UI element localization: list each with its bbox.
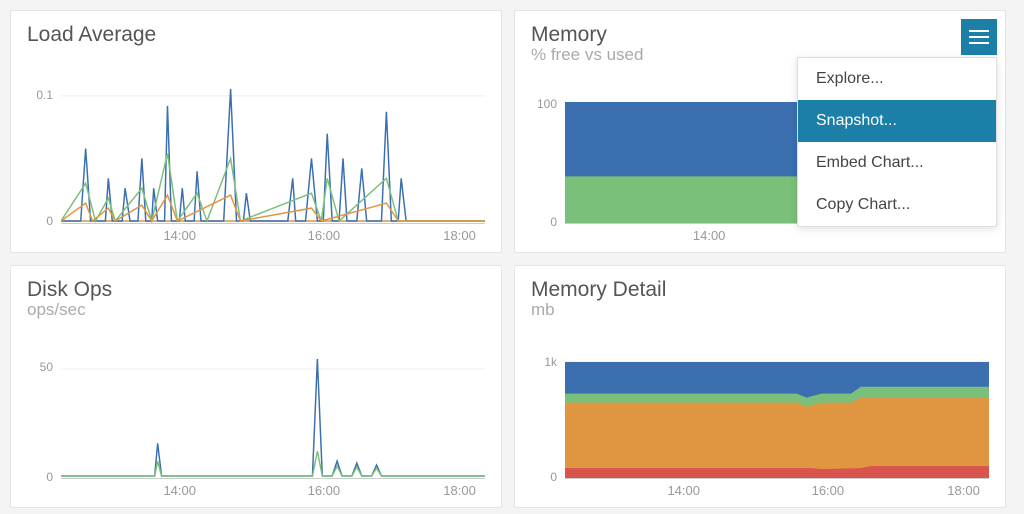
x-axis: 14:00 16:00 18:00 (565, 481, 989, 499)
panel-title: Disk Ops (27, 278, 485, 302)
panel-menu-dropdown: Explore... Snapshot... Embed Chart... Co… (797, 57, 997, 227)
panel-memory-detail: Memory Detail mb 1k 0 14:00 16:00 18:00 (514, 265, 1006, 508)
plot-area (565, 354, 989, 479)
menu-item-explore[interactable]: Explore... (798, 58, 996, 100)
panel-disk-ops: Disk Ops ops/sec 50 0 14:00 16:00 18:00 (10, 265, 502, 508)
menu-item-copy-chart[interactable]: Copy Chart... (798, 184, 996, 226)
hamburger-icon (969, 30, 989, 44)
plot-area (61, 84, 485, 224)
x-axis: 14:00 16:00 18:00 (61, 481, 485, 499)
panel-title: Load Average (27, 23, 485, 47)
y-axis: 0.1 0 (27, 84, 57, 224)
chart-disk-ops: 50 0 14:00 16:00 18:00 (27, 354, 485, 499)
panel-title: Memory (531, 23, 989, 47)
menu-item-snapshot[interactable]: Snapshot... (798, 100, 996, 142)
chart-load-average: 0.1 0 14:00 16:00 18:00 (27, 84, 485, 244)
x-axis: 14:00 (565, 226, 989, 244)
x-axis: 14:00 16:00 18:00 (61, 226, 485, 244)
panel-subtitle: ops/sec (27, 300, 485, 320)
menu-item-embed-chart[interactable]: Embed Chart... (798, 142, 996, 184)
panel-menu-button[interactable] (961, 19, 997, 55)
chart-memory-detail: 1k 0 14:00 16:00 18:00 (531, 354, 989, 499)
y-axis: 100 0 (531, 99, 561, 224)
plot-area (61, 354, 485, 479)
panel-title: Memory Detail (531, 278, 989, 302)
y-axis: 1k 0 (531, 354, 561, 479)
panel-load-average: Load Average 0.1 0 (10, 10, 502, 253)
panel-memory: Memory % free vs used Explore... Snapsho… (514, 10, 1006, 253)
panel-subtitle: mb (531, 300, 989, 320)
y-axis: 50 0 (27, 354, 57, 479)
